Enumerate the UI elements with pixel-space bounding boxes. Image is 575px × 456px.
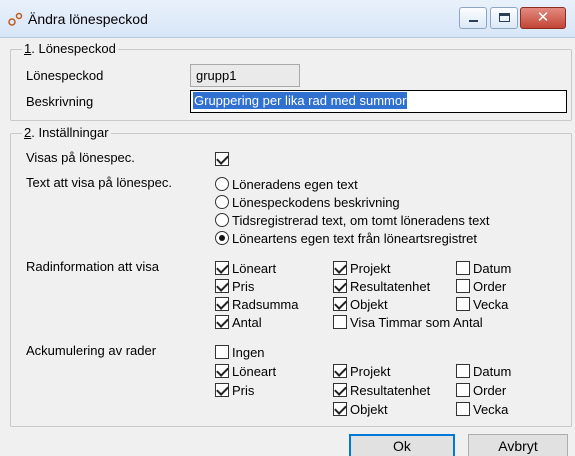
radio-label: Tidsregistrerad text, om tomt löneradens… — [232, 212, 490, 228]
checkbox-label: Ingen — [232, 344, 265, 360]
description-label: Beskrivning — [26, 94, 94, 109]
checkbox-box — [215, 364, 229, 378]
checkbox-label: Datum — [473, 363, 512, 379]
checkbox-label: Löneart — [232, 363, 277, 379]
radio-circle — [215, 195, 229, 209]
checkbox-box — [215, 345, 229, 359]
checkbox-label: Pris — [232, 278, 255, 294]
checkbox-box — [456, 261, 470, 275]
checkbox-label: Order — [473, 382, 507, 398]
checkbox-label: Visa Timmar som Antal — [350, 314, 483, 330]
description-value: Gruppering per lika rad med summor — [193, 92, 408, 109]
checkbox-label: Projekt — [350, 363, 391, 379]
accum-vecka-checkbox[interactable]: Vecka — [456, 400, 508, 418]
checkbox-box — [456, 402, 470, 416]
checkbox-label: Resultatenhet — [350, 382, 431, 398]
row-info-label: Radinformation att visa — [26, 259, 159, 274]
checkbox-box — [333, 279, 347, 293]
section-1-title: 1. Lönespeckod — [22, 41, 118, 56]
app-icon — [8, 12, 23, 26]
checkbox-box — [215, 152, 229, 166]
row-info-visa-timmar-checkbox[interactable]: Visa Timmar som Antal — [333, 313, 483, 331]
checkbox-box — [456, 279, 470, 293]
radio-label: Löneartens egen text från löneartsregist… — [232, 230, 477, 246]
row-info-radsumma-checkbox[interactable]: Radsumma — [215, 295, 298, 313]
checkbox-label: Objekt — [350, 296, 388, 312]
accum-loneart-checkbox[interactable]: Löneart — [215, 362, 276, 380]
checkbox-label: Vecka — [473, 296, 509, 312]
accumulation-label: Ackumulering av rader — [26, 343, 157, 358]
row-info-projekt-checkbox[interactable]: Projekt — [333, 259, 390, 277]
checkbox-box — [215, 315, 229, 329]
minimize-icon — [469, 20, 478, 22]
show-on-payslip-checkbox[interactable] — [215, 150, 232, 168]
accum-resultatenhet-checkbox[interactable]: Resultatenhet — [333, 381, 430, 399]
close-button[interactable]: ✕ — [520, 7, 566, 29]
text-to-show-label: Text att visa på lönespec. — [26, 175, 172, 190]
accum-projekt-checkbox[interactable]: Projekt — [333, 362, 390, 380]
checkbox-box — [456, 383, 470, 397]
radio-lonespeckod-beskrivning[interactable]: Lönespeckodens beskrivning — [215, 193, 400, 211]
checkbox-box — [333, 297, 347, 311]
radio-circle — [215, 231, 229, 245]
checkbox-box — [333, 315, 347, 329]
checkbox-label: Pris — [232, 382, 255, 398]
minimize-button[interactable] — [459, 7, 487, 29]
checkbox-label: Radsumma — [232, 296, 299, 312]
checkbox-label: Order — [473, 278, 507, 294]
accum-datum-checkbox[interactable]: Datum — [456, 362, 511, 380]
checkbox-label: Antal — [232, 314, 262, 330]
radio-lonerad-text[interactable]: Löneradens egen text — [215, 175, 358, 193]
checkbox-box — [333, 383, 347, 397]
radio-loneart-text[interactable]: Löneartens egen text från löneartsregist… — [215, 229, 477, 247]
checkbox-box — [456, 364, 470, 378]
section-2-title: 2. Inställningar — [22, 125, 111, 140]
title-bar: Ändra lönespeckod ✕ — [0, 0, 575, 38]
row-info-pris-checkbox[interactable]: Pris — [215, 277, 254, 295]
checkbox-label: Projekt — [350, 260, 391, 276]
row-info-datum-checkbox[interactable]: Datum — [456, 259, 511, 277]
row-info-antal-checkbox[interactable]: Antal — [215, 313, 262, 331]
checkbox-label: Objekt — [350, 401, 388, 417]
checkbox-box — [215, 279, 229, 293]
accum-ingen-checkbox[interactable]: Ingen — [215, 343, 265, 361]
accum-objekt-checkbox[interactable]: Objekt — [333, 400, 388, 418]
row-info-objekt-checkbox[interactable]: Objekt — [333, 295, 388, 313]
window-title: Ändra lönespeckod — [28, 11, 148, 27]
accum-pris-checkbox[interactable]: Pris — [215, 381, 254, 399]
checkbox-box — [333, 364, 347, 378]
checkbox-box — [215, 383, 229, 397]
row-info-order-checkbox[interactable]: Order — [456, 277, 506, 295]
cancel-button[interactable]: Avbryt — [468, 434, 568, 456]
maximize-button[interactable] — [490, 7, 518, 29]
checkbox-label: Resultatenhet — [350, 278, 431, 294]
row-info-resultatenhet-checkbox[interactable]: Resultatenhet — [333, 277, 430, 295]
checkbox-label: Löneart — [232, 260, 277, 276]
checkbox-box — [215, 261, 229, 275]
checkbox-label: Vecka — [473, 401, 509, 417]
code-field: grupp1 — [190, 64, 300, 87]
close-icon: ✕ — [536, 9, 550, 26]
show-on-payslip-label: Visas på lönespec. — [26, 150, 135, 165]
row-info-vecka-checkbox[interactable]: Vecka — [456, 295, 508, 313]
ok-button[interactable]: Ok — [349, 434, 455, 456]
checkbox-box — [456, 297, 470, 311]
row-info-loneart-checkbox[interactable]: Löneart — [215, 259, 276, 277]
checkbox-label: Datum — [473, 260, 512, 276]
checkbox-box — [215, 297, 229, 311]
radio-circle — [215, 177, 229, 191]
description-field[interactable]: Gruppering per lika rad med summor — [190, 90, 567, 113]
checkbox-box — [333, 261, 347, 275]
radio-tidsregistrerad-text[interactable]: Tidsregistrerad text, om tomt löneradens… — [215, 211, 489, 229]
accum-order-checkbox[interactable]: Order — [456, 381, 506, 399]
radio-label: Löneradens egen text — [232, 176, 358, 192]
radio-label: Lönespeckodens beskrivning — [232, 194, 400, 210]
code-label: Lönespeckod — [26, 68, 104, 83]
radio-circle — [215, 213, 229, 227]
checkbox-box — [333, 402, 347, 416]
maximize-icon — [499, 13, 510, 22]
